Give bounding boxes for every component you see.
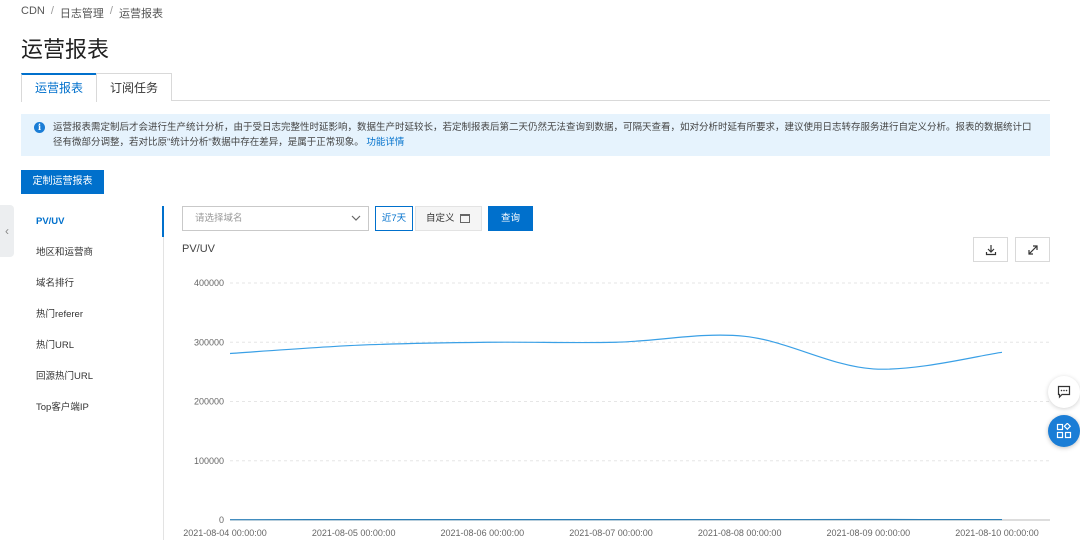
customize-report-button[interactable]: 定制运营报表 bbox=[21, 170, 104, 194]
info-icon: i bbox=[34, 122, 45, 133]
x-tick-label: 2021-08-09 00:00:00 bbox=[827, 528, 911, 538]
x-tick-label: 2021-08-05 00:00:00 bbox=[312, 528, 396, 538]
chevron-down-icon bbox=[351, 215, 361, 221]
x-tick-label: 2021-08-04 00:00:00 bbox=[183, 528, 267, 538]
menu-item-pv-uv[interactable]: PV/UV bbox=[21, 206, 164, 237]
x-tick-label: 2021-08-07 00:00:00 bbox=[569, 528, 653, 538]
tab-subscription-tasks[interactable]: 订阅任务 bbox=[96, 73, 173, 101]
info-notice: i 运营报表需定制后才会进行生产统计分析，由于受日志完整性时延影响，数据生产时延… bbox=[21, 114, 1050, 156]
notice-text: 运营报表需定制后才会进行生产统计分析，由于受日志完整性时延影响，数据生产时延较长… bbox=[53, 122, 1032, 148]
menu-item-origin-top-url[interactable]: 回源热门URL bbox=[21, 361, 163, 392]
series-line-1 bbox=[229, 334, 1003, 370]
domain-select[interactable]: 请选择域名 bbox=[182, 206, 369, 231]
menu-item-domain-ranking[interactable]: 域名排行 bbox=[21, 268, 163, 299]
y-tick-label: 200000 bbox=[194, 397, 224, 407]
feature-details-link[interactable]: 功能详情 bbox=[366, 137, 404, 148]
domain-select-placeholder: 请选择域名 bbox=[195, 213, 243, 224]
calendar-icon bbox=[460, 214, 470, 223]
y-tick-label: 400000 bbox=[194, 278, 224, 288]
breadcrumb: CDN / 日志管理 / 运营报表 bbox=[21, 5, 163, 21]
breadcrumb-item-current: 运营报表 bbox=[118, 8, 163, 20]
breadcrumb-separator: / bbox=[109, 5, 113, 17]
fullscreen-button[interactable] bbox=[1015, 237, 1050, 262]
menu-item-top-referer[interactable]: 热门referer bbox=[21, 299, 163, 330]
chevron-left-icon: ‹ bbox=[5, 224, 9, 238]
breadcrumb-separator: / bbox=[50, 5, 54, 17]
chart-title: PV/UV bbox=[182, 243, 216, 255]
y-tick-label: 100000 bbox=[194, 456, 224, 466]
menu-item-top-url[interactable]: 热门URL bbox=[21, 330, 163, 361]
collapse-sidebar-handle[interactable]: ‹ bbox=[0, 205, 14, 257]
chat-icon bbox=[1057, 385, 1071, 399]
apps-grid-icon bbox=[1056, 423, 1072, 439]
menu-item-region-isp[interactable]: 地区和运营商 bbox=[21, 237, 163, 268]
custom-range-button[interactable]: 自定义 bbox=[415, 206, 482, 231]
y-tick-label: 300000 bbox=[194, 337, 224, 347]
breadcrumb-item-log-management[interactable]: 日志管理 bbox=[60, 5, 104, 21]
report-side-menu: PV/UV 地区和运营商 域名排行 热门referer 热门URL 回源热门UR… bbox=[21, 206, 164, 540]
download-button[interactable] bbox=[973, 237, 1008, 262]
page-title: 运营报表 bbox=[21, 38, 110, 63]
x-tick-label: 2021-08-06 00:00:00 bbox=[441, 528, 525, 538]
recent-7-days-button[interactable]: 近7天 bbox=[375, 206, 413, 231]
menu-item-top-client-ip[interactable]: Top客户端IP bbox=[21, 392, 163, 423]
apps-button[interactable] bbox=[1048, 415, 1080, 447]
download-icon bbox=[985, 244, 996, 255]
breadcrumb-item-cdn[interactable]: CDN bbox=[21, 5, 45, 21]
x-tick-label: 2021-08-10 00:00:00 bbox=[955, 528, 1039, 538]
feedback-button[interactable] bbox=[1048, 376, 1080, 408]
expand-icon bbox=[1027, 244, 1038, 255]
query-button[interactable]: 查询 bbox=[488, 206, 533, 231]
custom-range-label: 自定义 bbox=[426, 213, 455, 224]
x-tick-label: 2021-08-08 00:00:00 bbox=[698, 528, 782, 538]
tab-operation-report[interactable]: 运营报表 bbox=[21, 73, 98, 102]
pv-uv-line-chart: 0 100000 200000 300000 400000 2021-08-04 00:0… bbox=[183, 278, 1050, 538]
tab-bar: 运营报表 订阅任务 bbox=[21, 73, 1050, 102]
y-tick-label: 0 bbox=[219, 515, 224, 525]
